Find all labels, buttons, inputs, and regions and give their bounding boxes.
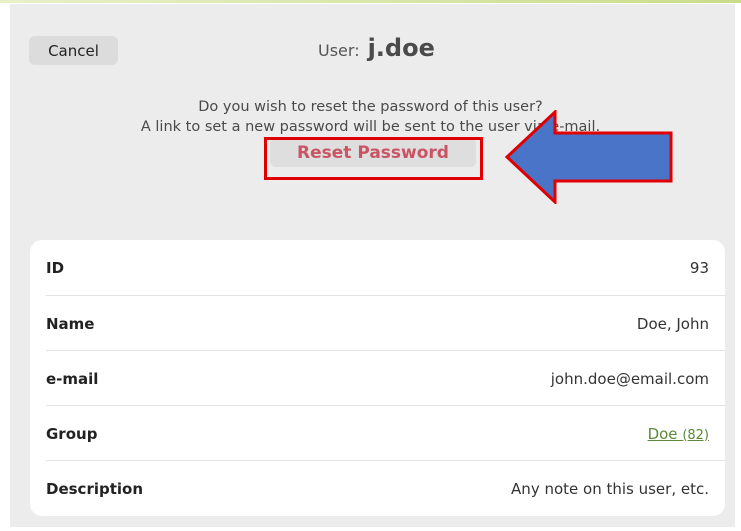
- detail-row-id: ID 93: [30, 240, 725, 295]
- user-details-card: ID 93 Name Doe, John e-mail john.doe@ema…: [30, 240, 725, 516]
- reset-password-button[interactable]: Reset Password: [270, 138, 476, 167]
- cancel-button[interactable]: Cancel: [29, 36, 118, 65]
- row-value: 93: [689, 258, 709, 277]
- row-label: Name: [46, 314, 95, 333]
- group-name: Doe: [647, 424, 678, 443]
- user-label: User:: [318, 41, 360, 60]
- top-accent-bar: [0, 0, 741, 3]
- group-link[interactable]: Doe (82): [648, 425, 709, 443]
- row-label: ID: [46, 258, 65, 277]
- detail-row-name: Name Doe, John: [30, 296, 725, 351]
- row-value: Any note on this user, etc.: [511, 479, 709, 498]
- detail-row-group: Group Doe (82): [30, 406, 725, 461]
- row-value: john.doe@email.com: [550, 369, 709, 388]
- row-label: e-mail: [46, 369, 99, 388]
- username: j.doe: [367, 34, 435, 62]
- detail-row-description: Description Any note on this user, etc.: [30, 461, 725, 516]
- reset-info-text: A link to set a new password will be sen…: [140, 119, 601, 135]
- group-id: (82): [682, 427, 709, 443]
- row-label: Group: [46, 424, 98, 443]
- row-value: Doe, John: [636, 314, 709, 333]
- detail-row-email: e-mail john.doe@email.com: [30, 351, 725, 406]
- row-label: Description: [46, 479, 144, 498]
- page-title: User: j.doe: [318, 34, 435, 68]
- reset-question-text: Do you wish to reset the password of thi…: [198, 99, 543, 115]
